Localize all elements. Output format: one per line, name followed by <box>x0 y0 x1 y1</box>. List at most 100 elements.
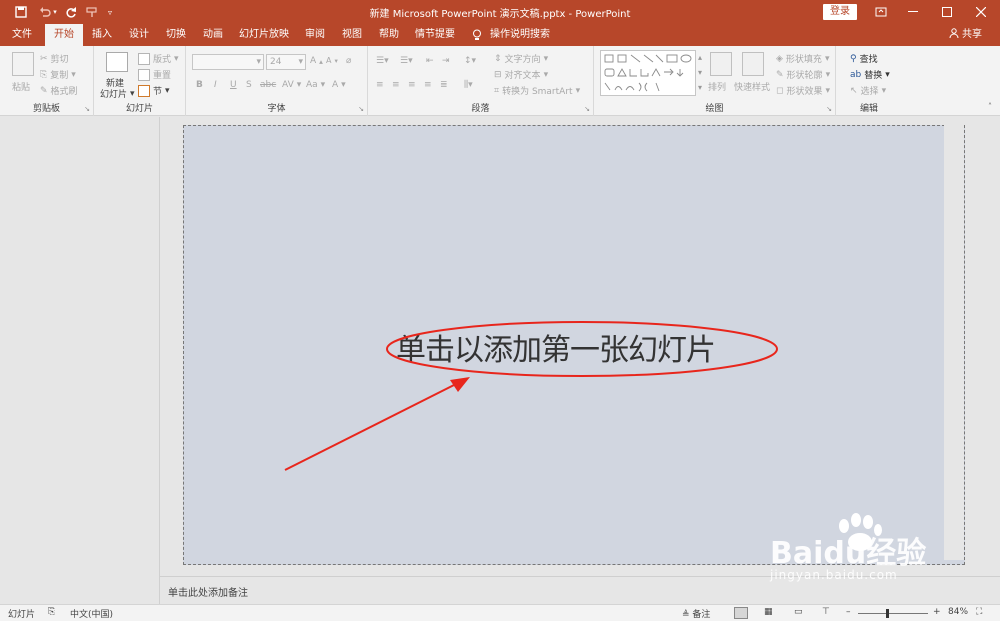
fit-to-window-icon[interactable]: ⛶ <box>976 607 982 617</box>
align-text-button[interactable]: ⊟ 对齐文本 ▾ <box>494 68 548 82</box>
slide-thumbnail-pane[interactable] <box>0 117 160 604</box>
zoom-out-button[interactable]: – <box>846 607 851 617</box>
shrink-font-button[interactable]: A ▾ <box>326 56 338 65</box>
select-button[interactable]: ↖ 选择 ▾ <box>850 84 886 98</box>
numbering-icon[interactable]: ☰▾ <box>400 56 413 66</box>
italic-button[interactable]: I <box>214 80 217 90</box>
lightbulb-icon <box>470 24 484 46</box>
align-center-icon[interactable]: ≡ <box>392 80 400 90</box>
justify-icon[interactable]: ≡ <box>424 80 432 90</box>
cursor-icon: ↖ <box>850 85 858 96</box>
tab-design[interactable]: 设计 <box>124 24 154 46</box>
login-button[interactable]: 登录 <box>823 4 857 20</box>
line-spacing-icon[interactable]: ↕▾ <box>464 56 476 66</box>
zoom-slider-track[interactable] <box>858 613 928 614</box>
new-slide-label-2[interactable]: 幻灯片 ▾ <box>100 87 135 101</box>
distributed-icon[interactable]: ≣ <box>440 80 448 90</box>
layout-icon <box>138 52 150 65</box>
maximize-icon[interactable] <box>930 0 964 24</box>
ribbon-tabs: 文件 开始 插入 设计 切换 动画 幻灯片放映 审阅 视图 帮助 情节提要 操作… <box>0 24 1000 46</box>
close-icon[interactable] <box>964 0 998 24</box>
tab-home[interactable]: 开始 <box>45 24 83 46</box>
bullets-icon[interactable]: ☰▾ <box>376 56 389 66</box>
convert-smartart-button[interactable]: ⌗ 转换为 SmartArt ▾ <box>494 84 580 98</box>
replace-button[interactable]: ab 替换 ▾ <box>850 68 890 82</box>
shape-outline-button[interactable]: ✎ 形状轮廓 ▾ <box>776 68 830 82</box>
strikethrough-button[interactable]: abc <box>260 80 276 90</box>
shape-fill-button[interactable]: ◈ 形状填充 ▾ <box>776 52 829 66</box>
zoom-level[interactable]: 84% <box>948 607 968 617</box>
grow-font-button[interactable]: A ▴ <box>310 56 323 66</box>
undo-dropdown-icon[interactable]: ▾ <box>50 3 60 21</box>
slides-group-label: 幻灯片 <box>125 104 153 114</box>
find-button[interactable]: ⚲ 查找 <box>850 52 878 66</box>
cut-button[interactable]: ✂ 剪切 <box>40 52 69 66</box>
notes-toggle[interactable]: ≜ 备注 <box>682 607 710 620</box>
font-name-dropdown[interactable]: ▾ <box>192 54 264 70</box>
format-painter-qat-icon[interactable] <box>84 3 100 21</box>
arrange-button[interactable]: 排列 <box>708 80 726 93</box>
font-color-button[interactable]: A ▾ <box>332 80 346 90</box>
drawing-dialog-launcher-icon[interactable]: ↘ <box>826 105 832 113</box>
gallery-scroll-icon[interactable]: ▴ ▾ ▾ <box>698 50 702 95</box>
char-spacing-button[interactable]: AV ▾ <box>282 80 301 90</box>
copy-label: 复制 <box>50 71 69 81</box>
tab-transitions[interactable]: 切换 <box>161 24 191 46</box>
customize-qat-icon[interactable]: ▿ <box>104 3 116 21</box>
paragraph-dialog-launcher-icon[interactable]: ↘ <box>584 105 590 113</box>
minimize-icon[interactable] <box>896 0 930 24</box>
tab-slide-show[interactable]: 幻灯片放映 <box>236 24 292 46</box>
font-dialog-launcher-icon[interactable]: ↘ <box>358 105 364 113</box>
change-case-button[interactable]: Aa ▾ <box>306 80 325 90</box>
align-right-icon[interactable]: ≡ <box>408 80 416 90</box>
copy-button[interactable]: ⎘ 复制 ▾ <box>40 68 76 82</box>
notes-placeholder[interactable]: 单击此处添加备注 <box>168 584 248 599</box>
tab-review[interactable]: 审阅 <box>300 24 330 46</box>
paste-icon[interactable] <box>12 52 34 76</box>
clipboard-group-label: 剪贴板 <box>32 104 60 114</box>
shadow-button[interactable]: S <box>246 80 252 90</box>
zoom-slider-thumb[interactable] <box>886 609 889 618</box>
arrange-icon[interactable] <box>710 52 732 76</box>
increase-indent-icon[interactable]: ⇥ <box>442 56 450 66</box>
tab-storyboarding[interactable]: 情节提要 <box>411 24 459 46</box>
zoom-in-button[interactable]: + <box>933 607 941 617</box>
shapes-gallery[interactable] <box>600 50 696 96</box>
language-indicator[interactable]: 中文(中国) <box>70 607 113 620</box>
reset-button[interactable]: 重置 <box>138 68 171 81</box>
new-slide-icon[interactable] <box>106 52 128 72</box>
tab-file[interactable]: 文件 <box>6 24 38 46</box>
section-button[interactable]: 节 ▾ <box>138 84 170 97</box>
add-first-slide-placeholder[interactable]: 单击以添加第一张幻灯片 <box>396 325 716 369</box>
slide-sorter-icon[interactable]: ▦ <box>764 607 773 617</box>
tab-animations[interactable]: 动画 <box>198 24 228 46</box>
clear-formatting-icon[interactable]: ⌀ <box>346 56 351 66</box>
underline-button[interactable]: U <box>230 80 237 90</box>
tab-view[interactable]: 视图 <box>337 24 367 46</box>
font-size-dropdown[interactable]: 24 ▾ <box>266 54 306 70</box>
decrease-indent-icon[interactable]: ⇤ <box>426 56 434 66</box>
tab-help[interactable]: 帮助 <box>374 24 404 46</box>
tell-me-search[interactable]: 操作说明搜索 <box>488 24 552 46</box>
align-left-icon[interactable]: ≡ <box>376 80 384 90</box>
bold-button[interactable]: B <box>196 80 203 90</box>
tab-insert[interactable]: 插入 <box>87 24 117 46</box>
layout-button[interactable]: 版式 ▾ <box>138 52 179 65</box>
ribbon-display-options-icon[interactable] <box>864 0 898 24</box>
quick-styles-button[interactable]: 快速样式 <box>734 80 770 93</box>
spelling-icon[interactable]: ⎘ <box>48 607 55 617</box>
save-icon[interactable] <box>12 3 30 21</box>
reading-view-icon[interactable]: ▭ <box>794 607 803 617</box>
share-button[interactable]: 共享 <box>949 24 982 46</box>
paste-button[interactable]: 粘贴 <box>12 80 30 93</box>
format-painter-button[interactable]: ✎ 格式刷 <box>40 84 78 98</box>
normal-view-icon[interactable] <box>734 607 748 619</box>
slide-show-icon[interactable]: ⊤ <box>822 607 830 617</box>
clipboard-dialog-launcher-icon[interactable]: ↘ <box>84 105 90 113</box>
quick-styles-icon[interactable] <box>742 52 764 76</box>
columns-icon[interactable]: ⫼▾ <box>464 80 473 90</box>
text-direction-button[interactable]: ⇕ 文字方向 ▾ <box>494 52 548 66</box>
collapse-ribbon-icon[interactable]: ˄ <box>988 102 992 111</box>
shape-effects-button[interactable]: ◻ 形状效果 ▾ <box>776 84 830 98</box>
redo-icon[interactable] <box>62 3 80 21</box>
